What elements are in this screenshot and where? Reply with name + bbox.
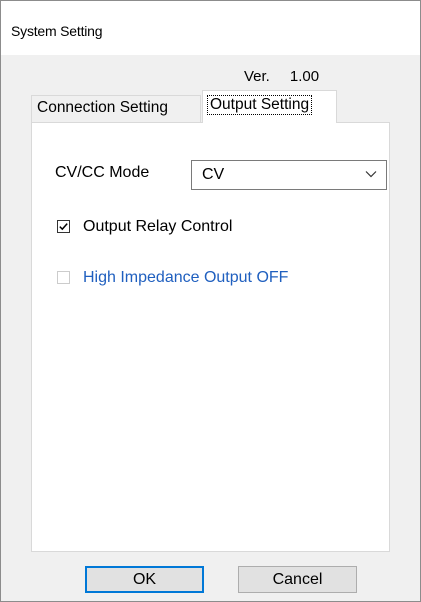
output-relay-control-label: Output Relay Control	[83, 218, 233, 235]
tab-output-setting[interactable]: Output Setting	[202, 90, 337, 123]
ok-button[interactable]: OK	[85, 566, 204, 593]
chevron-down-icon	[365, 171, 377, 178]
cancel-button[interactable]: Cancel	[238, 566, 357, 593]
tab-connection-setting-label: Connection Setting	[37, 99, 168, 116]
cv-cc-mode-select[interactable]: CV	[191, 160, 387, 190]
window-title: System Setting	[11, 23, 103, 39]
checkmark-icon	[59, 223, 68, 231]
version-label: Ver.	[244, 68, 270, 85]
system-setting-dialog: System Setting Ver. 1.00 Connection Setti…	[0, 0, 421, 602]
high-impedance-output-off-checkbox	[57, 271, 70, 284]
cv-cc-mode-label: CV/CC Mode	[55, 164, 150, 181]
tab-connection-setting[interactable]: Connection Setting	[31, 95, 201, 122]
title-bar: System Setting	[1, 1, 420, 55]
high-impedance-output-off-label: High Impedance Output OFF	[83, 269, 289, 286]
cv-cc-mode-value: CV	[202, 166, 225, 183]
version-info: Ver. 1.00	[244, 68, 319, 85]
version-value: 1.00	[289, 68, 320, 85]
output-relay-control-checkbox[interactable]	[57, 220, 70, 233]
tab-output-setting-label: Output Setting	[207, 95, 313, 115]
